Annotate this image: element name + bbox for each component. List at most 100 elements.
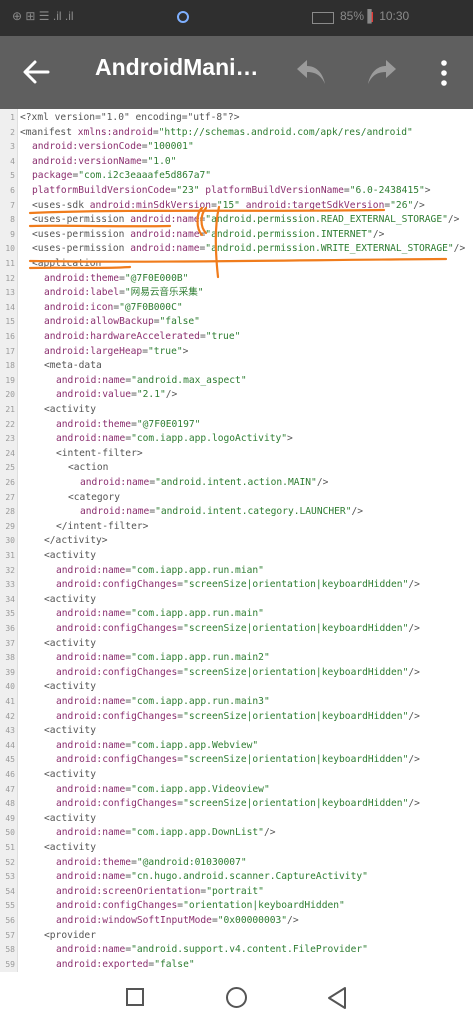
xml-markup: /> — [263, 827, 276, 839]
arrow-left-icon[interactable] — [20, 56, 52, 88]
code-line[interactable]: 26 android:name="android.intent.action.MA… — [0, 476, 473, 491]
code-line[interactable]: 43 <activity — [0, 724, 473, 739]
code-line[interactable]: 57 <provider — [0, 929, 473, 944]
code-line[interactable]: 12 android:theme="@7F0E000B" — [0, 272, 473, 287]
code-line[interactable]: 38 android:name="com.iapp.app.run.main2" — [0, 651, 473, 666]
code-text: </activity> — [44, 534, 108, 549]
code-line[interactable]: 29 </intent-filter> — [0, 520, 473, 535]
code-line[interactable]: 24 <intent-filter> — [0, 447, 473, 462]
code-line[interactable]: 3 android:versionCode="100001" — [0, 140, 473, 155]
redo-icon[interactable] — [364, 54, 400, 90]
code-line[interactable]: 37 <activity — [0, 637, 473, 652]
code-line[interactable]: 49 <activity — [0, 812, 473, 827]
code-line[interactable]: 30 </activity> — [0, 534, 473, 549]
undo-icon[interactable] — [293, 54, 329, 90]
xml-markup: /> — [453, 243, 466, 255]
code-line[interactable]: 41 android:name="com.iapp.app.run.main3" — [0, 695, 473, 710]
code-line[interactable]: 13 android:label="网易云音乐采集" — [0, 286, 473, 301]
xml-attribute: android:name — [56, 871, 126, 883]
code-line[interactable]: 33 android:configChanges="screenSize|orie… — [0, 578, 473, 593]
code-line[interactable]: 20 android:value="2.1"/> — [0, 388, 473, 403]
line-number: 44 — [5, 740, 15, 750]
code-line[interactable]: 45 android:configChanges="screenSize|orie… — [0, 753, 473, 768]
code-line[interactable]: 23 android:name="com.iapp.app.logoActivit… — [0, 432, 473, 447]
xml-attribute: android:value — [56, 389, 132, 401]
code-text: android:name="android.intent.action.MAIN… — [80, 476, 328, 491]
xml-markup: <intent-filter> — [56, 447, 143, 459]
code-line[interactable]: 4 android:versionName="1.0" — [0, 155, 473, 170]
code-line[interactable]: 16 android:hardwareAccelerated="true" — [0, 330, 473, 345]
code-line[interactable]: 27 <category — [0, 491, 473, 506]
code-line[interactable]: 25 <action — [0, 461, 473, 476]
status-left-indicators: ⊕ ⊞ ☰ .il .il — [12, 9, 74, 23]
code-text: android:hardwareAccelerated="true" — [44, 330, 240, 345]
xml-markup: <category — [68, 491, 120, 503]
more-vert-icon[interactable] — [432, 58, 456, 88]
code-line[interactable]: 21 <activity — [0, 403, 473, 418]
code-line[interactable]: 46 <activity — [0, 768, 473, 783]
triangle-back-icon[interactable] — [327, 986, 347, 1010]
xml-markup: /> — [408, 710, 420, 722]
code-text: android:configChanges="screenSize|orient… — [56, 710, 420, 725]
code-line[interactable]: 6 platformBuildVersionCode="23" platformB… — [0, 184, 473, 199]
line-number: 16 — [5, 332, 15, 341]
code-editor[interactable]: 1 <?xml version="1.0" encoding="utf-8"?> 2… — [0, 109, 473, 972]
code-line[interactable]: 11 <application — [0, 257, 473, 272]
xml-attribute: android:name — [56, 608, 126, 620]
code-line[interactable]: 47 android:name="com.iapp.app.Videoview" — [0, 783, 473, 798]
xml-value: "cn.hugo.android.scanner.CaptureActivity… — [131, 871, 368, 883]
xml-markup: <activity — [44, 842, 96, 853]
code-line[interactable]: 56 android:windowSoftInputMode="0x0000000… — [0, 914, 473, 929]
code-line[interactable]: 59 android:exported="false" — [0, 958, 473, 972]
xml-markup: <activity — [44, 681, 96, 693]
code-line[interactable]: 51 <activity — [0, 841, 473, 856]
battery-icon — [312, 12, 334, 24]
code-line[interactable]: 5 package="com.i2c3eaaafe5d867a7" — [0, 169, 473, 184]
code-line[interactable]: 39 android:configChanges="screenSize|orie… — [0, 666, 473, 681]
line-number: 35 — [5, 609, 15, 619]
square-recents-icon[interactable] — [126, 988, 144, 1006]
code-line[interactable]: 58 android:name="android.support.v4.conte… — [0, 943, 473, 958]
code-line[interactable]: 19 android:name="android.max_aspect" — [0, 374, 473, 389]
code-line[interactable]: 48 android:configChanges="screenSize|orie… — [0, 797, 473, 812]
code-line[interactable]: 50 android:name="com.iapp.app.DownList"/> — [0, 826, 473, 841]
code-line[interactable]: 10 <uses-permission android:name="android… — [0, 242, 473, 257]
code-line[interactable]: 15 android:allowBackup="false" — [0, 315, 473, 330]
code-line[interactable]: 14 android:icon="@7F0B000C" — [0, 301, 473, 316]
code-text: android:name="android.support.v4.content… — [56, 943, 368, 958]
code-line[interactable]: 42 android:configChanges="screenSize|orie… — [0, 710, 473, 725]
code-line[interactable]: 17 android:largeHeap="true"> — [0, 345, 473, 360]
code-line[interactable]: 31 <activity — [0, 549, 473, 564]
line-number: 27 — [5, 492, 15, 502]
xml-markup: <activity — [44, 725, 96, 737]
xml-attribute: android:windowSoftInputMode — [56, 915, 212, 926]
code-line[interactable]: 9 <uses-permission android:name="android.… — [0, 228, 473, 243]
code-line[interactable]: 22 android:theme="@7F0E0197" — [0, 418, 473, 433]
code-line[interactable]: 18 <meta-data — [0, 359, 473, 374]
code-line[interactable]: 1 <?xml version="1.0" encoding="utf-8"?> — [0, 111, 473, 126]
circle-home-icon[interactable] — [226, 987, 247, 1008]
code-line[interactable]: 40 <activity — [0, 680, 473, 695]
code-line[interactable]: 52 android:theme="@android:01030007" — [0, 856, 473, 871]
code-line[interactable]: 55 android:configChanges="orientation|key… — [0, 899, 473, 914]
xml-attribute: android:label — [44, 287, 120, 299]
line-number: 33 — [5, 580, 15, 590]
xml-markup: <meta-data — [44, 360, 102, 372]
xml-value: "23" — [176, 185, 200, 196]
code-line[interactable]: 34 <activity — [0, 593, 473, 608]
xml-value: "com.iapp.app.Videoview" — [131, 783, 270, 795]
code-line[interactable]: 35 android:name="com.iapp.app.run.main" — [0, 607, 473, 622]
code-line[interactable]: 53 android:name="cn.hugo.android.scanner.… — [0, 870, 473, 885]
code-line[interactable]: 36 android:configChanges="screenSize|orie… — [0, 622, 473, 637]
code-line[interactable]: 8 <uses-permission android:name="android.… — [0, 213, 473, 228]
xml-markup: <manifest — [20, 126, 78, 138]
code-line[interactable]: 28 android:name="android.intent.category.… — [0, 505, 473, 520]
code-text: </intent-filter> — [56, 520, 148, 535]
code-line[interactable]: 54 android:screenOrientation="portrait" — [0, 885, 473, 900]
code-line[interactable]: 7 <uses-sdk android:minSdkVersion="15" an… — [0, 199, 473, 214]
code-line[interactable]: 32 android:name="com.iapp.app.run.mian" — [0, 564, 473, 579]
code-line[interactable]: 44 android:name="com.iapp.app.Webview" — [0, 739, 473, 754]
xml-attribute: android:theme — [44, 272, 120, 284]
line-number: 8 — [10, 215, 15, 225]
code-line[interactable]: 2 <manifest xmlns:android="http://schemas… — [0, 126, 473, 141]
